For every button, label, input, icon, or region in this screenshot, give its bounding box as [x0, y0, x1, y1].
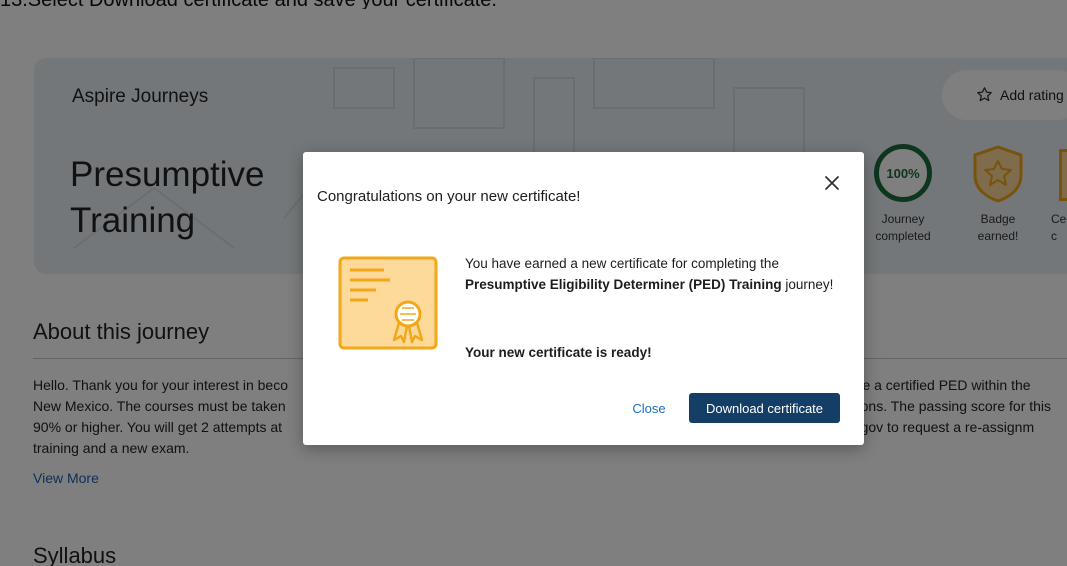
modal-title: Congratulations on your new certificate! — [317, 188, 581, 205]
modal-message: You have earned a new certificate for co… — [465, 253, 845, 295]
certificate-modal: Congratulations on your new certificate!… — [303, 152, 864, 445]
certificate-ready-text: Your new certificate is ready! — [465, 345, 652, 360]
modal-journey-name: Presumptive Eligibility Determiner (PED)… — [465, 277, 782, 292]
close-button[interactable]: Close — [623, 395, 675, 421]
download-certificate-button[interactable]: Download certificate — [689, 393, 840, 423]
close-icon[interactable] — [822, 173, 842, 193]
certificate-illustration-icon — [338, 256, 438, 350]
modal-message-prefix: You have earned a new certificate for co… — [465, 256, 779, 271]
modal-message-suffix: journey! — [785, 277, 834, 292]
